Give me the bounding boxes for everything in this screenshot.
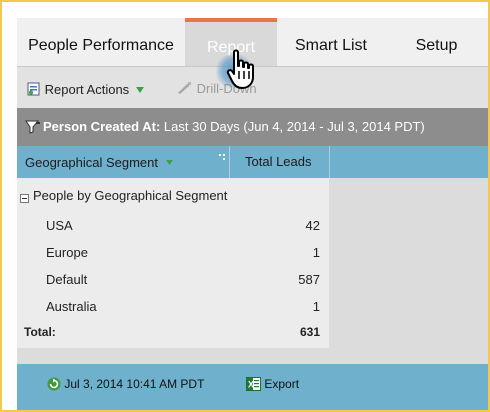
column-header-geographical-segment[interactable]: Geographical Segment (25, 146, 205, 178)
column-grip-icon[interactable] (219, 149, 227, 167)
row-value: 587 (298, 272, 320, 287)
report-actions-label: Report Actions (44, 82, 130, 97)
row-value: 42 (305, 218, 320, 233)
row-name: Europe (46, 245, 88, 260)
refresh-icon[interactable] (47, 377, 61, 396)
column-header-total-leads[interactable]: Total Leads (245, 146, 335, 178)
row-value: 1 (312, 299, 320, 314)
column-label: Geographical Segment (25, 155, 158, 170)
group-row[interactable]: People by Geographical Segment (17, 178, 329, 212)
sort-arrow-icon (165, 146, 173, 178)
table-row[interactable]: USA 42 (17, 213, 329, 240)
table-row[interactable]: Default 587 (17, 267, 329, 294)
tab-people-performance[interactable]: People Performance (17, 18, 185, 66)
column-divider[interactable] (229, 146, 230, 178)
filter-description[interactable]: Person Created At: Last 30 Days (Jun 4, … (43, 118, 425, 136)
app-frame: People Performance Report Smart List Set… (2, 2, 488, 410)
row-name: Default (46, 272, 88, 287)
report-footer: Jul 3, 2014 10:41 AM PDT X Export (17, 364, 488, 410)
hand-cursor-icon (226, 49, 254, 89)
row-name: Australia (46, 299, 97, 314)
collapse-icon[interactable] (20, 191, 29, 206)
dropdown-arrow-icon (135, 80, 144, 98)
filter-field-label: Person Created At: (43, 119, 161, 134)
report-actions-button[interactable]: Report Actions (27, 80, 144, 98)
row-name: USA (46, 218, 73, 233)
filter-bar: Person Created At: Last 30 Days (Jun 4, … (17, 108, 488, 146)
total-row: Total: 631 (17, 320, 329, 347)
tab-setup[interactable]: Setup (385, 18, 488, 66)
svg-text:X: X (248, 380, 254, 390)
export-button[interactable]: X Export (246, 375, 299, 396)
table-row[interactable]: Europe 1 (17, 240, 329, 267)
filter-funnel-icon[interactable] (25, 120, 41, 139)
timestamp-text: Jul 3, 2014 10:41 AM PDT (64, 377, 205, 391)
column-divider[interactable] (329, 146, 330, 178)
refresh-timestamp[interactable]: Jul 3, 2014 10:41 AM PDT (47, 375, 204, 396)
export-label: Export (264, 377, 300, 391)
tab-smart-list[interactable]: Smart List (277, 18, 385, 66)
group-label: People by Geographical Segment (33, 188, 228, 203)
drill-icon (177, 81, 193, 100)
excel-icon: X (246, 377, 261, 396)
table-row[interactable]: Australia 1 (17, 294, 329, 321)
row-value: 1 (312, 245, 320, 260)
total-value: 631 (299, 325, 320, 339)
grid-header: Geographical Segment Total Leads (17, 146, 488, 178)
total-label: Total: (24, 325, 56, 339)
report-icon (27, 82, 41, 101)
filter-value: Last 30 Days (Jun 4, 2014 - Jul 3, 2014 … (163, 119, 425, 134)
